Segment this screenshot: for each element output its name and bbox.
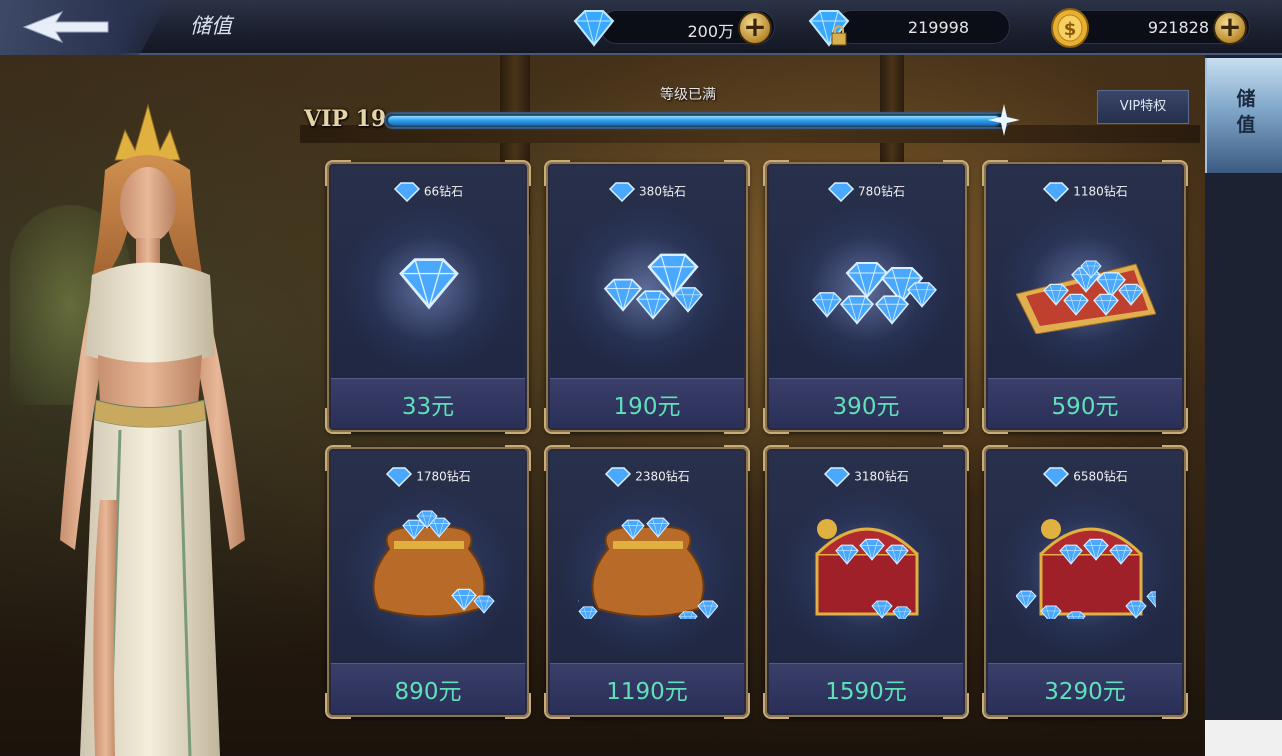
- tab-recharge[interactable]: 储值: [1205, 58, 1282, 173]
- product-card[interactable]: 66钻石 33元: [325, 160, 531, 434]
- price-bar: 190元: [550, 378, 744, 428]
- page-title: 储值: [190, 14, 232, 38]
- top-bar: 储值 200万 + 219998 $ 921828 +: [0, 0, 1282, 55]
- gem-amount: 66钻石: [423, 184, 464, 199]
- bottom-strip: [1205, 720, 1282, 756]
- vip-progress-bar: [384, 112, 1010, 129]
- treasure-chest-icon: [815, 519, 919, 619]
- gem-amount: 780钻石: [858, 184, 905, 199]
- diamond-icon: [605, 467, 632, 488]
- gem-amount-row: 1780钻石: [329, 467, 527, 488]
- svg-text:$: $: [1064, 19, 1077, 40]
- price-bar: 3290元: [988, 663, 1182, 713]
- gem-amount: 6580钻石: [1073, 469, 1128, 484]
- product-card[interactable]: 780钻石 390元: [763, 160, 969, 434]
- gem-amount: 2380钻石: [635, 469, 690, 484]
- diamond-carpet-icon: [1016, 260, 1156, 334]
- vip-progress-fill: [388, 116, 1000, 125]
- diamond-sack-icon: [372, 510, 495, 618]
- locked-diamond-icon: [808, 10, 850, 47]
- product-card[interactable]: 2380钻石 1190元: [544, 445, 750, 719]
- gem-amount-row: 3180钻石: [767, 467, 965, 488]
- product-card[interactable]: 380钻石 190元: [544, 160, 750, 434]
- gold-amount: 921828: [1147, 18, 1209, 37]
- price-bar: 590元: [988, 378, 1182, 428]
- product-card[interactable]: 6580钻石 3290元: [982, 445, 1188, 719]
- gem-amount-row: 380钻石: [548, 182, 746, 203]
- price-label: 590元: [1051, 394, 1119, 420]
- price-bar: 33元: [331, 378, 525, 428]
- gold-coin-icon: $: [1051, 8, 1089, 48]
- gem-amount-row: 780钻石: [767, 182, 965, 203]
- diamond-icon: [824, 467, 851, 488]
- vip-level-label: VIP 19: [304, 106, 387, 132]
- price-label: 1190元: [606, 679, 688, 705]
- gem-amount: 380钻石: [639, 184, 686, 199]
- vip-privilege-button[interactable]: VIP特权: [1097, 90, 1189, 124]
- back-button[interactable]: [0, 0, 170, 55]
- gold-balance: $ 921828 +: [1051, 8, 1250, 48]
- gem-amount: 3180钻石: [854, 469, 909, 484]
- diamond-pile-medium-icon: [812, 262, 937, 325]
- treasure-chest-large-icon: [1016, 519, 1156, 619]
- price-bar: 890元: [331, 663, 525, 713]
- diamond-icon: [386, 467, 413, 488]
- price-label: 33元: [401, 394, 455, 420]
- diamond-icon: [1043, 182, 1070, 203]
- diamond-pile-small-icon: [603, 253, 703, 320]
- diamond-balance: 200万 +: [573, 10, 775, 47]
- price-label: 190元: [613, 394, 681, 420]
- price-label: 890元: [394, 679, 462, 705]
- diamond-icon: [393, 182, 420, 203]
- add-diamond-button[interactable]: +: [738, 11, 772, 45]
- gem-amount: 1180钻石: [1073, 184, 1128, 199]
- diamond-sack-spill-icon: [578, 517, 718, 619]
- diamond-amount: 200万: [687, 22, 734, 41]
- price-label: 1590元: [825, 679, 907, 705]
- diamond-icon: [573, 10, 615, 47]
- gem-amount-row: 1180钻石: [986, 182, 1184, 203]
- price-label: 390元: [832, 394, 900, 420]
- bound-diamond-balance: 219998: [808, 10, 1010, 47]
- diamond-icon: [1043, 467, 1070, 488]
- add-gold-button[interactable]: +: [1213, 11, 1247, 45]
- bound-diamond-amount: 219998: [907, 18, 969, 37]
- gem-amount-row: 6580钻石: [986, 467, 1184, 488]
- product-card[interactable]: 3180钻石 1590元: [763, 445, 969, 719]
- gem-amount: 1780钻石: [416, 469, 471, 484]
- diamond-icon: [827, 182, 855, 203]
- back-arrow-icon: [22, 10, 109, 44]
- product-card[interactable]: 1180钻石 590元: [982, 160, 1188, 434]
- vip-status-text: 等级已满: [660, 87, 716, 103]
- character-portrait: [60, 103, 245, 756]
- price-bar: 1590元: [769, 663, 963, 713]
- price-bar: 1190元: [550, 663, 744, 713]
- tab-recharge-label: 储值: [1236, 88, 1256, 136]
- gem-amount-row: 2380钻石: [548, 467, 746, 488]
- single-diamond-icon: [399, 258, 459, 310]
- diamond-icon: [608, 182, 636, 203]
- product-card[interactable]: 1780钻石 890元: [325, 445, 531, 719]
- price-bar: 390元: [769, 378, 963, 428]
- price-label: 3290元: [1044, 679, 1126, 705]
- gem-amount-row: 66钻石: [329, 182, 527, 203]
- sparkle-icon: [988, 104, 1020, 136]
